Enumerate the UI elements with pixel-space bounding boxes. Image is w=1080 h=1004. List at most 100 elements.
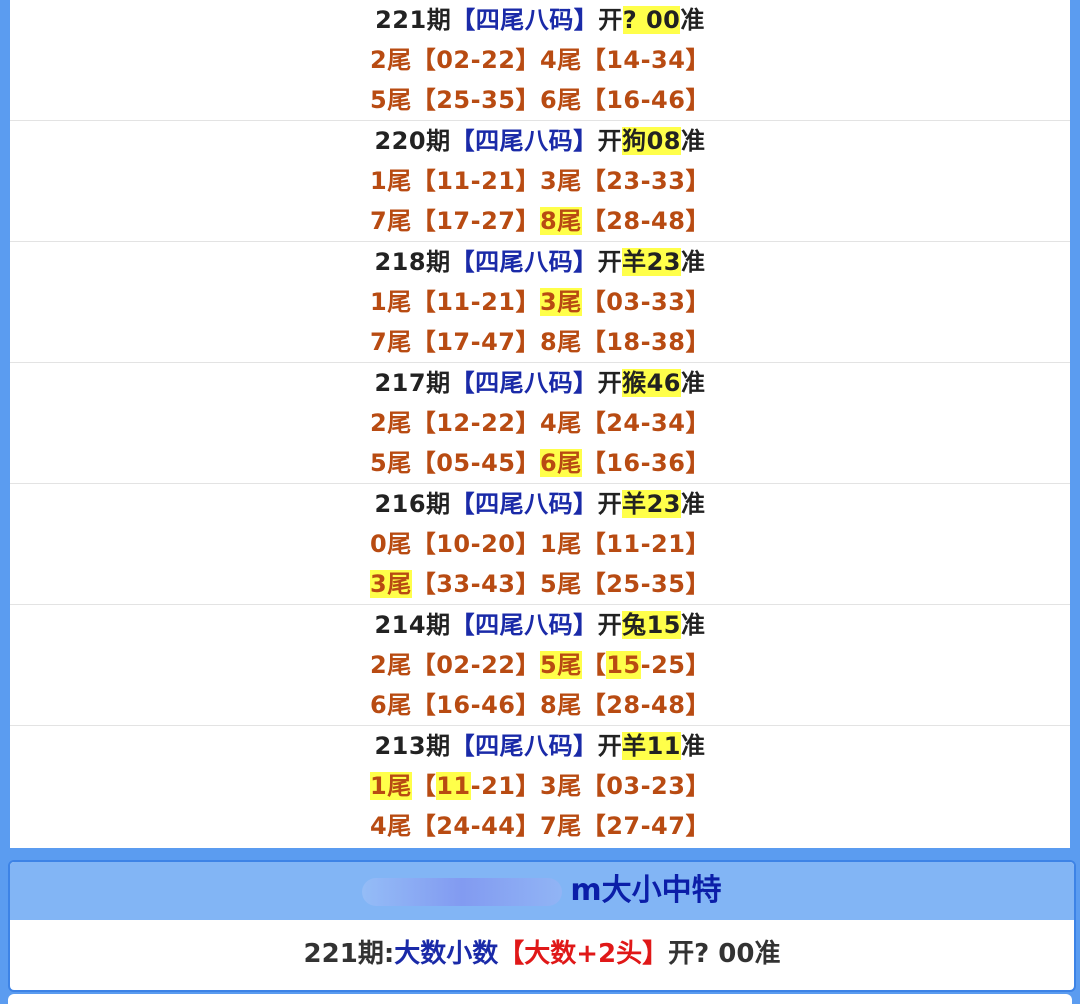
open-prefix: 开 <box>597 248 623 276</box>
tail-label: 7尾 <box>370 328 412 356</box>
open-suffix: 准 <box>681 248 706 276</box>
tail-numbers: 【28-48】 <box>581 691 710 719</box>
tail-numbers-open: 【 <box>581 651 607 679</box>
open-result: 猴46 <box>622 369 681 397</box>
period-header: 220期【四尾八码】开狗08准 <box>10 121 1070 161</box>
tail-numbers-close: -21】 <box>470 772 540 800</box>
tail-label: 1尾 <box>370 288 412 316</box>
tail-row-2: 5尾【05-45】6尾【16-36】 <box>10 443 1070 483</box>
tail-numbers: 【02-22】 <box>411 651 540 679</box>
period-header: 214期【四尾八码】开兔15准 <box>10 605 1070 645</box>
tail-label: 4尾 <box>370 812 412 840</box>
period-number: 221期: <box>303 939 395 969</box>
open-prefix: 开 <box>597 732 623 760</box>
open-prefix: 开 <box>597 490 623 518</box>
tail-row-2: 6尾【16-46】8尾【28-48】 <box>10 685 1070 725</box>
open-suffix: 准 <box>681 732 706 760</box>
tail-numbers: 【17-27】 <box>411 207 540 235</box>
tail-row-2: 7尾【17-47】8尾【18-38】 <box>10 322 1070 362</box>
tail-label: 2尾 <box>370 651 412 679</box>
period-block-213: 213期【四尾八码】开羊11准 1尾【11-21】3尾【03-23】 4尾【24… <box>10 726 1070 846</box>
tail-numbers: 【03-23】 <box>581 772 710 800</box>
tail-label: 3尾 <box>540 772 582 800</box>
period-block-218: 218期【四尾八码】开羊23准 1尾【11-21】3尾【03-33】 7尾【17… <box>10 242 1070 363</box>
tail-numbers: 【10-20】 <box>411 530 540 558</box>
tail-number-hit: 11 <box>436 772 471 800</box>
tail-label: 8尾 <box>540 691 582 719</box>
section-title: m大小中特 <box>570 873 722 908</box>
tail-row-1: 2尾【02-22】5尾【15-25】 <box>10 645 1070 685</box>
tail-row-2: 3尾【33-43】5尾【25-35】 <box>10 564 1070 604</box>
tail-label: 1尾 <box>540 530 582 558</box>
open-result: 羊11 <box>622 732 681 760</box>
tail-numbers: 【11-21】 <box>581 530 710 558</box>
open-suffix: 准 <box>681 490 706 518</box>
period-number: 213期 <box>374 732 451 760</box>
tail-row-1: 1尾【11-21】3尾【03-33】 <box>10 282 1070 322</box>
four-tail-eight-code-panel: 221期【四尾八码】开? 00准 2尾【02-22】4尾【14-34】 5尾【2… <box>10 0 1070 848</box>
open-prefix: 开? <box>668 939 710 969</box>
tail-numbers: 【33-43】 <box>411 570 540 598</box>
period-tag: 【四尾八码】 <box>450 611 598 639</box>
open-suffix: 准 <box>681 611 706 639</box>
tail-numbers: 【16-46】 <box>581 86 710 114</box>
tail-label-hit: 3尾 <box>370 570 412 598</box>
tail-label-hit: 1尾 <box>370 772 412 800</box>
period-tag: 【四尾八码】 <box>450 248 598 276</box>
tail-label: 6尾 <box>370 691 412 719</box>
open-result: 狗08 <box>622 127 681 155</box>
top-section-frame: 221期【四尾八码】开? 00准 2尾【02-22】4尾【14-34】 5尾【2… <box>0 0 1080 855</box>
period-block-214: 214期【四尾八码】开兔15准 2尾【02-22】5尾【15-25】 6尾【16… <box>10 605 1070 726</box>
open-result: 00准 <box>709 939 781 969</box>
tail-numbers: 【11-21】 <box>411 167 540 195</box>
tail-numbers: 【12-22】 <box>411 409 540 437</box>
period-number: 218期 <box>374 248 451 276</box>
open-prefix: 开 <box>597 611 623 639</box>
tail-row-1: 1尾【11-21】3尾【23-33】 <box>10 161 1070 201</box>
period-number: 217期 <box>374 369 451 397</box>
period-tag: 【四尾八码】 <box>450 369 598 397</box>
open-suffix: 准 <box>680 6 705 34</box>
size-special-line: 221期:大数小数【大数+2头】开? 00准 <box>10 932 1074 976</box>
tail-numbers-close: -25】 <box>640 651 710 679</box>
tail-label: 1尾 <box>370 167 412 195</box>
tail-numbers: 【27-47】 <box>581 812 710 840</box>
period-number: 216期 <box>374 490 451 518</box>
tail-label: 6尾 <box>540 86 582 114</box>
period-tag: 【四尾八码】 <box>450 732 598 760</box>
tail-numbers: 【16-46】 <box>411 691 540 719</box>
period-block-221: 221期【四尾八码】开? 00准 2尾【02-22】4尾【14-34】 5尾【2… <box>10 0 1070 121</box>
tail-number-hit: 15 <box>606 651 641 679</box>
tail-label: 3尾 <box>540 167 582 195</box>
period-number: 220期 <box>374 127 451 155</box>
tail-numbers: 【16-36】 <box>581 449 710 477</box>
tail-label: 2尾 <box>370 46 412 74</box>
tail-numbers: 【14-34】 <box>581 46 710 74</box>
period-number: 221期 <box>375 6 452 34</box>
tail-label: 4尾 <box>540 46 582 74</box>
tail-numbers: 【02-22】 <box>411 46 540 74</box>
tail-row-2: 4尾【24-44】7尾【27-47】 <box>10 806 1070 846</box>
open-prefix: 开 <box>598 6 623 34</box>
tail-row-1: 2尾【12-22】4尾【24-34】 <box>10 403 1070 443</box>
tail-label: 8尾 <box>540 328 582 356</box>
period-header: 217期【四尾八码】开猴46准 <box>10 363 1070 403</box>
tail-label-hit: 5尾 <box>540 651 582 679</box>
period-header: 213期【四尾八码】开羊11准 <box>10 726 1070 766</box>
period-block-217: 217期【四尾八码】开猴46准 2尾【12-22】4尾【24-34】 5尾【05… <box>10 363 1070 484</box>
prediction-tag: 【大数+2头】 <box>498 939 669 969</box>
open-suffix: 准 <box>681 369 706 397</box>
tail-row-1: 2尾【02-22】4尾【14-34】 <box>10 40 1070 80</box>
tail-numbers: 【11-21】 <box>411 288 540 316</box>
tail-label: 0尾 <box>370 530 412 558</box>
tail-row-1: 0尾【10-20】1尾【11-21】 <box>10 524 1070 564</box>
period-number: 214期 <box>374 611 451 639</box>
open-prefix: 开 <box>597 369 623 397</box>
period-tag: 【四尾八码】 <box>450 127 598 155</box>
section-title-bar: m大小中特 <box>10 862 1074 920</box>
size-special-panel: m大小中特 221期:大数小数【大数+2头】开? 00准 <box>8 860 1076 992</box>
period-header: 218期【四尾八码】开羊23准 <box>10 242 1070 282</box>
open-result: 兔15 <box>622 611 681 639</box>
tail-numbers-open: 【 <box>411 772 437 800</box>
tail-numbers: 【24-44】 <box>411 812 540 840</box>
